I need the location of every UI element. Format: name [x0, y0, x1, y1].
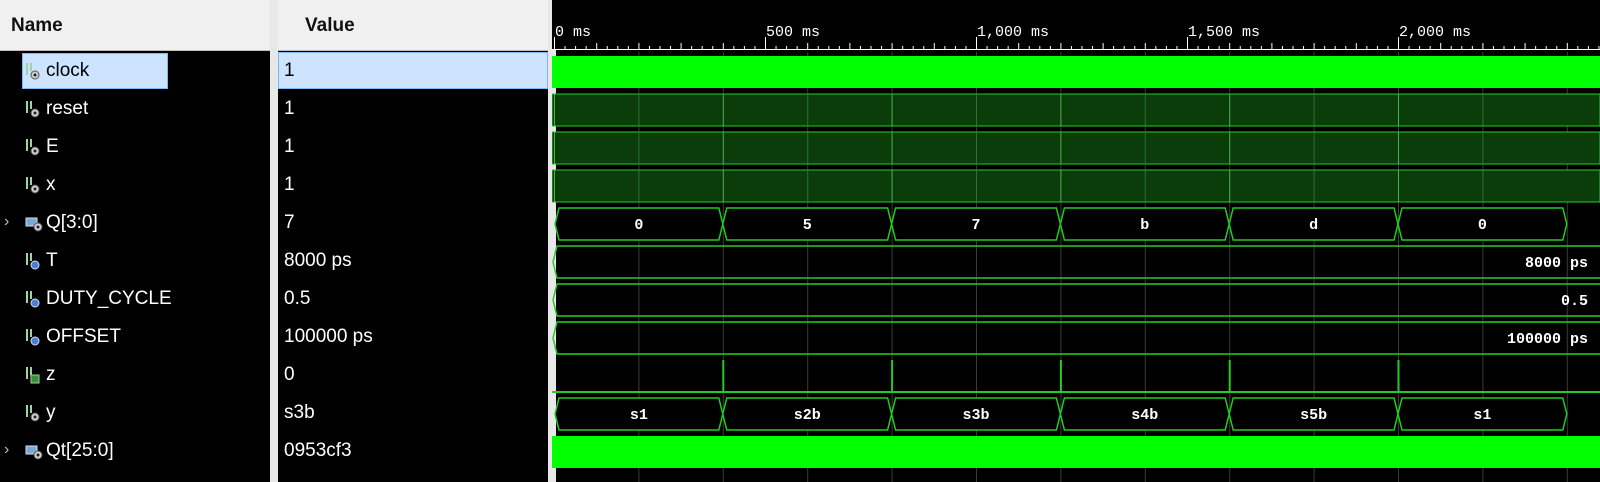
expand-chevron-icon[interactable]: › — [4, 213, 9, 231]
signal-row-reset[interactable]: reset — [0, 90, 270, 128]
signal-value: 1 — [284, 136, 295, 157]
value-column-header[interactable]: Value — [278, 0, 552, 51]
signal-row-z[interactable]: z — [0, 356, 270, 394]
signal-row-offset[interactable]: OFFSET — [0, 318, 270, 356]
signal-name: DUTY_CYCLE — [46, 288, 172, 309]
signal-row-t[interactable]: T — [0, 242, 270, 280]
signal-name: x — [46, 174, 56, 195]
signal-value: 8000 ps — [284, 250, 352, 271]
bus-signal-icon — [25, 441, 43, 461]
bus-segment-label: s2b — [794, 407, 821, 424]
value-cell-t[interactable]: 8000 ps — [278, 242, 548, 280]
signal-value: 7 — [284, 212, 295, 233]
signal-value: 1 — [284, 98, 295, 119]
signal-name: clock — [46, 60, 90, 81]
signal-row-y[interactable]: y — [0, 394, 270, 432]
bus-segment-label: 0 — [634, 217, 643, 234]
bus-segment-label: s5b — [1300, 407, 1327, 424]
signal-name: Q[3:0] — [46, 212, 98, 233]
bus-segment-label: 5 — [803, 217, 812, 234]
wave-e — [552, 131, 1600, 165]
signal-row-x[interactable]: x — [0, 166, 270, 204]
value-cell-e[interactable]: 1 — [278, 128, 548, 166]
value-cell-reset[interactable]: 1 — [278, 90, 548, 128]
output-signal-icon — [25, 365, 41, 385]
wave-x — [552, 169, 1600, 203]
column-splitter[interactable] — [270, 0, 278, 482]
value-cell-z[interactable]: 0 — [278, 356, 548, 394]
parameter-icon — [25, 327, 41, 347]
value-cell-offset[interactable]: 100000 ps — [278, 318, 548, 356]
name-header-label: Name — [11, 15, 63, 36]
signal-name: Qt[25:0] — [46, 440, 114, 461]
const-edge-top — [552, 283, 1600, 301]
ruler-label: 1,000 ms — [977, 24, 1049, 41]
bus-segment-label: s4b — [1131, 407, 1158, 424]
signal-row-e[interactable]: E — [0, 128, 270, 166]
selection-highlight — [22, 53, 168, 89]
wave-qt-25-0 — [552, 436, 1600, 468]
value-cell-y[interactable]: s3b — [278, 394, 548, 432]
expand-chevron-icon[interactable]: › — [4, 441, 9, 459]
wave-clock — [552, 56, 1600, 88]
value-header-label: Value — [305, 15, 355, 36]
waveform-canvas[interactable]: 0 ms 500 ms 1,000 ms 1,500 ms 2,000 ms 0 5 7 b d 0… — [552, 0, 1600, 482]
bus-segment-label: s1 — [1473, 407, 1491, 424]
signal-name: T — [46, 250, 58, 271]
signal-value: 0.5 — [284, 288, 311, 309]
signal-value: 0 — [284, 364, 295, 385]
signal-row-duty-cycle[interactable]: DUTY_CYCLE — [0, 280, 270, 318]
const-edge-bottom — [552, 261, 1600, 279]
value-cell-duty-cycle[interactable]: 0.5 — [278, 280, 548, 318]
const-edge-top — [552, 245, 1600, 263]
signal-value: s3b — [284, 402, 315, 423]
value-cell-qt-25-0[interactable]: 0953cf3 — [278, 432, 548, 470]
const-edge-bottom — [552, 299, 1600, 317]
bus-segment-label: 7 — [971, 217, 980, 234]
ruler-label: 0 ms — [555, 24, 591, 41]
const-edge-bottom — [552, 337, 1600, 355]
signal-value: 1 — [284, 60, 295, 81]
value-cell-q-3-0[interactable]: 7 — [278, 204, 548, 242]
const-value-label: 100000 ps — [1507, 331, 1588, 348]
signal-value: 1 — [284, 174, 295, 195]
bus-segment-label: d — [1309, 217, 1318, 234]
scalar-signal-icon — [25, 61, 41, 81]
scalar-signal-icon — [25, 137, 41, 157]
signal-value: 100000 ps — [284, 326, 373, 347]
ruler-label: 1,500 ms — [1188, 24, 1260, 41]
signal-row-q-3-0[interactable]: › Q[3:0] — [0, 204, 270, 242]
ruler-label: 500 ms — [766, 24, 820, 41]
bus-segment-label: b — [1140, 217, 1149, 234]
parameter-icon — [25, 289, 41, 309]
ruler-label: 2,000 ms — [1399, 24, 1471, 41]
bus-segment-label: s3b — [962, 407, 989, 424]
signal-name: y — [46, 402, 56, 423]
bus-signal-icon — [25, 213, 43, 233]
signal-name: reset — [46, 98, 89, 119]
signal-name: E — [46, 136, 59, 157]
parameter-icon — [25, 251, 41, 271]
const-value-label: 0.5 — [1561, 293, 1588, 310]
const-edge-top — [552, 321, 1600, 339]
scalar-signal-icon — [25, 99, 41, 119]
signal-value: 0953cf3 — [284, 440, 352, 461]
signal-row-qt-25-0[interactable]: › Qt[25:0] — [0, 432, 270, 470]
scalar-signal-icon — [25, 403, 41, 423]
signal-row-clock[interactable]: clock — [0, 52, 270, 90]
const-value-label: 8000 ps — [1525, 255, 1588, 272]
wave-reset — [552, 93, 1600, 127]
name-column-header[interactable]: Name — [0, 0, 270, 51]
scalar-signal-icon — [25, 175, 41, 195]
signal-name: OFFSET — [46, 326, 121, 347]
value-cell-x[interactable]: 1 — [278, 166, 548, 204]
signal-name: z — [46, 364, 56, 385]
value-cell-clock[interactable]: 1 — [278, 52, 548, 89]
bus-segment-label: s1 — [630, 407, 648, 424]
bus-segment-label: 0 — [1478, 217, 1487, 234]
